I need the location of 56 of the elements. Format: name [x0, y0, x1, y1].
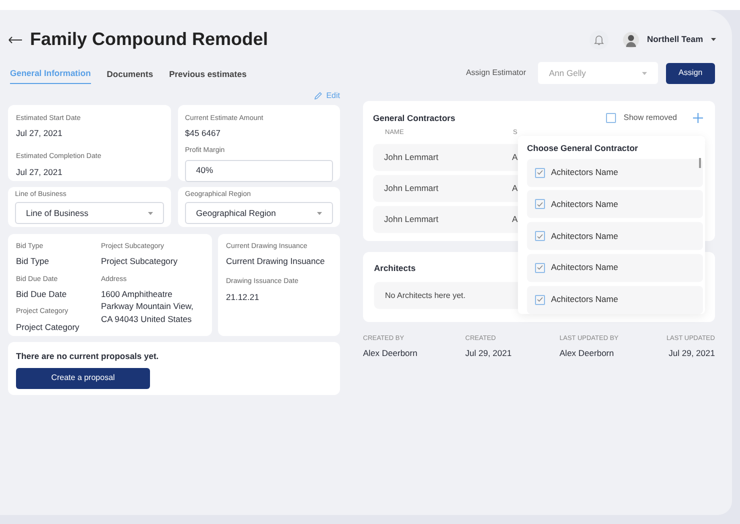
dropdown-option[interactable]: Achitectors Name — [527, 286, 703, 314]
profit-margin-field[interactable]: 40% — [185, 160, 333, 182]
caret-icon — [148, 212, 153, 215]
user-name[interactable]: Northell Team — [646, 33, 703, 46]
field-value: Current Drawing Insuance — [226, 255, 326, 268]
field-value: Project Category — [16, 320, 80, 334]
empty-architects-message: No Architects here yet. — [385, 290, 466, 302]
create-proposal-button[interactable]: Create a proposal — [16, 368, 150, 388]
caret-icon[interactable] — [711, 38, 716, 41]
field-value: $45 6467 — [185, 127, 222, 140]
dropdown-title: Choose General Contractor — [527, 142, 639, 155]
table-cell-text: A — [512, 151, 519, 164]
scrollbar-thumb[interactable] — [699, 158, 701, 168]
checkbox[interactable] — [535, 231, 545, 242]
field-value: 1600 Amphitheatre Parkway Mountain View, CA 94043 United States — [100, 288, 194, 325]
dropdown-option[interactable]: Achitectors Name — [527, 158, 703, 187]
tab[interactable]: Previous estimates — [169, 67, 247, 84]
field-value: Project Subcategory — [100, 255, 178, 268]
table-cell-text: A — [512, 213, 519, 226]
field-value: Bid Due Date — [16, 288, 68, 300]
meta-value: Jul 29, 2021 — [668, 346, 715, 360]
dropdown-option[interactable]: Achitectors Name — [527, 222, 703, 250]
tab[interactable]: Documents — [106, 67, 154, 84]
caret-icon — [642, 72, 647, 74]
dropdown-option[interactable]: Achitectors Name — [527, 254, 703, 282]
table-cell-text: John Lemmart — [384, 182, 440, 195]
assign-estimator-label: Assign Estimator — [466, 67, 526, 79]
meta-value: Jul 29, 2021 — [465, 346, 512, 360]
select-field[interactable]: Geographical Region — [185, 202, 333, 224]
field-value: 21.12.21 — [226, 290, 260, 304]
checkbox[interactable] — [535, 262, 545, 273]
checkbox[interactable] — [606, 113, 616, 123]
meta-value: Alex Deerborn — [363, 346, 418, 360]
caret-icon — [317, 212, 322, 215]
checkbox[interactable] — [535, 294, 545, 304]
pencil-icon — [314, 92, 322, 100]
meta-value: Alex Deerborn — [560, 346, 615, 360]
page-title: Family Compound Remodel — [30, 28, 268, 51]
table-cell-text: John Lemmart — [384, 151, 440, 164]
field-value: Jul 27, 2021 — [16, 127, 64, 140]
field-value: Bid Type — [16, 255, 50, 268]
avatar-icon[interactable] — [622, 32, 639, 48]
checkbox-label: Show removed — [624, 112, 677, 124]
dropdown-option[interactable]: Achitectors Name — [527, 190, 703, 218]
back-arrow-icon[interactable] — [8, 36, 22, 44]
section-title: General Contractors — [373, 112, 456, 124]
select-field[interactable]: Line of Business — [15, 202, 164, 224]
table-cell-text: John Lemmart — [384, 213, 440, 226]
table-cell-text: A — [512, 182, 519, 195]
checkbox[interactable] — [535, 168, 545, 178]
section-title: Architects — [374, 263, 416, 273]
empty-proposals-message: There are no current proposals yet. — [16, 350, 160, 362]
field-value: Jul 27, 2021 — [16, 166, 64, 178]
assign-button[interactable]: Assign — [666, 62, 715, 84]
add-icon[interactable] — [693, 113, 703, 123]
checkbox[interactable] — [535, 199, 545, 210]
